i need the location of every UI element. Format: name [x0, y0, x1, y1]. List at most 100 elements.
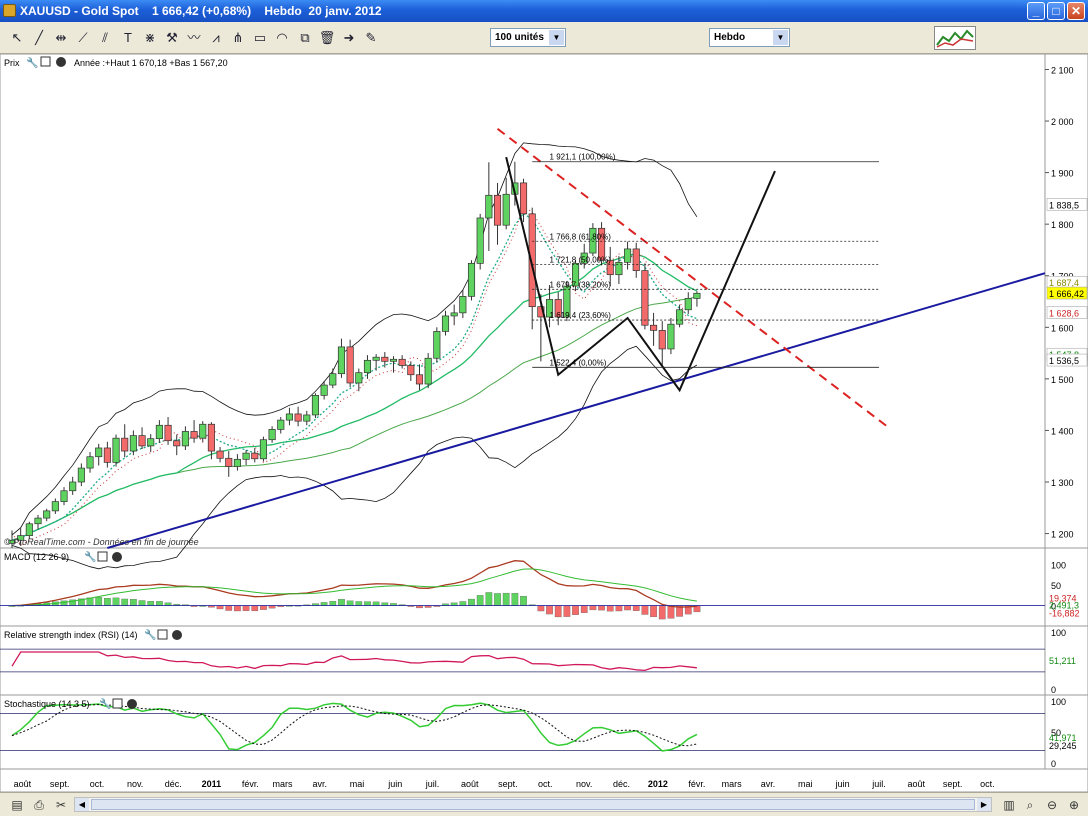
macd-histogram-bar: [502, 592, 510, 606]
close-icon: [172, 630, 182, 640]
fibonacci-label: 1 522,4 (0,00%): [550, 358, 607, 367]
x-month-label: déc.: [165, 779, 182, 789]
pattern-icon[interactable]: ⩘: [207, 29, 225, 47]
candle-body: [77, 467, 85, 483]
zoom-fit-icon[interactable]: ⌕: [1021, 796, 1039, 814]
tools-icon[interactable]: ⚒: [163, 29, 181, 47]
chart-area[interactable]: 2 1002 0001 9001 8001 7001 6001 5001 400…: [0, 54, 1088, 792]
candle-body: [251, 452, 259, 460]
units-select[interactable]: 100 unités ▼: [490, 28, 566, 47]
macd-histogram-bar: [372, 601, 380, 606]
price-tag-label: 1 838,5: [1049, 200, 1079, 210]
macd-histogram-bar: [589, 605, 597, 611]
candle-body: [389, 358, 398, 362]
candle-body: [242, 452, 250, 460]
candle-body: [632, 248, 640, 271]
trash-icon[interactable]: 🗑: [318, 29, 336, 47]
scroll-thumb[interactable]: [91, 799, 975, 810]
channel-icon[interactable]: ⫽: [96, 29, 114, 47]
fibonacci-label: 1 679,7 (38,20%): [550, 280, 612, 289]
x-month-label: mars: [273, 779, 293, 789]
pitchfork-icon[interactable]: ⋔: [229, 29, 247, 47]
x-month-label: mai: [798, 779, 813, 789]
text-icon[interactable]: T: [119, 29, 137, 47]
candle-body: [233, 458, 241, 467]
scroll-right-icon[interactable]: ▶: [977, 798, 991, 811]
zoom-out-icon[interactable]: ⊖: [1043, 796, 1061, 814]
macd-histogram-bar: [364, 601, 371, 606]
x-month-label: avr.: [313, 779, 328, 789]
candle-body: [441, 315, 450, 332]
x-month-label: oct.: [90, 779, 105, 789]
bar-chart-icon[interactable]: ▥: [1000, 796, 1018, 814]
arrow-icon[interactable]: ➜: [340, 29, 358, 47]
x-month-label: 2012: [648, 779, 668, 789]
candle-body: [407, 365, 415, 376]
candle-body: [190, 431, 198, 439]
candle-body: [641, 270, 649, 326]
candle-body: [467, 263, 476, 297]
window-icon: [112, 698, 123, 709]
x-month-label: juil.: [871, 779, 886, 789]
copy-icon[interactable]: ⧉: [296, 29, 314, 47]
candle-body: [485, 194, 493, 219]
save-icon[interactable]: ▤: [8, 796, 26, 814]
y-tick-label: 2 000: [1051, 117, 1074, 127]
macd-histogram-bar: [615, 605, 623, 612]
panel-frame: [0, 54, 1088, 549]
wave-icon[interactable]: 〰: [185, 29, 203, 47]
line-icon[interactable]: ╱: [30, 29, 48, 47]
chevron-down-icon: ▼: [773, 30, 788, 45]
candle-body: [95, 447, 103, 458]
x-month-label: août: [461, 779, 479, 789]
close-button[interactable]: ✕: [1067, 2, 1085, 20]
panel-frame: [0, 547, 1088, 627]
macd-histogram-bar: [598, 605, 605, 611]
horizontal-scrollbar[interactable]: ◀ ▶: [74, 797, 992, 812]
candle-body: [129, 435, 137, 452]
magic-icon[interactable]: ✎: [362, 29, 380, 47]
chart-style-button[interactable]: [934, 26, 976, 50]
window-title: XAUUSD - Gold Spot 1 666,42 (+0,68%) Heb…: [20, 4, 382, 18]
period-select[interactable]: Hebdo ▼: [709, 28, 790, 47]
scroll-left-icon[interactable]: ◀: [75, 798, 89, 811]
y-tick-label: 1 200: [1051, 530, 1074, 540]
rsi-tag-label: 51,211: [1049, 656, 1076, 666]
macd-histogram-bar: [156, 601, 163, 606]
candle-body: [303, 414, 311, 422]
candle-body: [43, 510, 51, 519]
x-month-label: juin: [387, 779, 402, 789]
candle-body: [268, 429, 276, 441]
scissors-icon[interactable]: ✂: [52, 796, 70, 814]
cursor-icon[interactable]: ↖: [8, 29, 26, 47]
fibo-fan-icon[interactable]: ⋇: [141, 29, 159, 47]
rectangle-icon[interactable]: ▭: [251, 29, 269, 47]
macd-histogram-bar: [546, 605, 553, 615]
x-month-label: sept.: [498, 779, 518, 789]
price-tag-label: 1 628,6: [1049, 309, 1079, 319]
candle-body: [519, 182, 528, 215]
candle-body: [311, 395, 320, 416]
cycle-icon[interactable]: ◠: [273, 29, 291, 47]
title-bar: XAUUSD - Gold Spot 1 666,42 (+0,68%) Heb…: [0, 0, 1088, 22]
candle-body: [112, 437, 120, 463]
hline-icon[interactable]: ⇹: [52, 29, 70, 47]
chart-svg[interactable]: 2 1002 0001 9001 8001 7001 6001 5001 400…: [0, 54, 1088, 792]
x-month-label: mai: [350, 779, 365, 789]
wrench-icon: 🔧: [144, 628, 156, 641]
trend-icon[interactable]: ⟋: [74, 29, 92, 47]
minimize-button[interactable]: _: [1027, 2, 1045, 20]
candle-body: [121, 437, 129, 452]
candle-body: [346, 346, 354, 384]
macd-histogram-bar: [494, 593, 501, 606]
stoch-tag-label: 29,245: [1049, 741, 1077, 751]
stoch-tick-label: 100: [1051, 697, 1066, 707]
candle-body: [693, 292, 701, 299]
macd-histogram-bar: [381, 602, 389, 606]
macd-histogram-bar: [346, 600, 354, 606]
maximize-button[interactable]: □: [1047, 2, 1065, 20]
zoom-in-icon[interactable]: ⊕: [1065, 796, 1083, 814]
candle-body: [147, 438, 155, 447]
print-icon[interactable]: ⎙: [30, 796, 48, 814]
candle-body: [86, 456, 94, 469]
